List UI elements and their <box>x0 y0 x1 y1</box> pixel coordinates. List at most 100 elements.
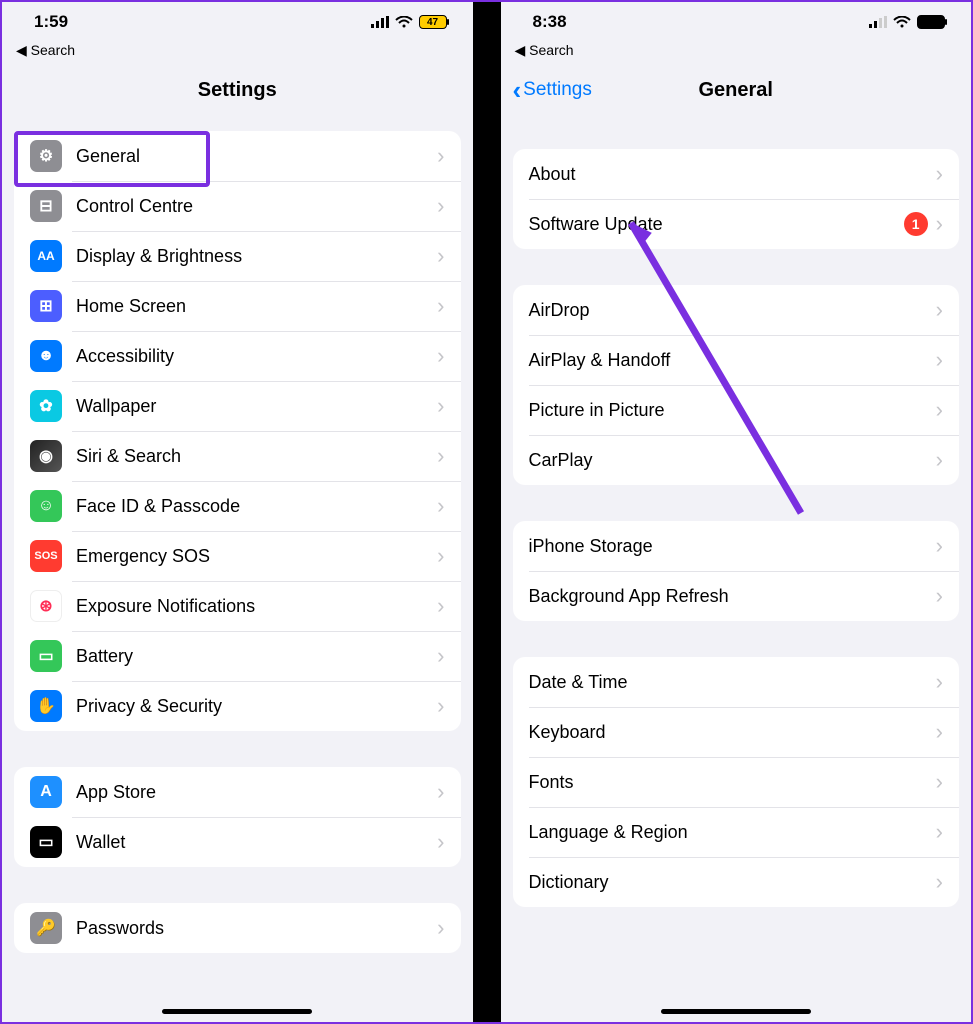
row-label: Background App Refresh <box>529 586 928 607</box>
chevron-right-icon: › <box>936 297 943 323</box>
accessibility-icon: ☻ <box>30 340 62 372</box>
row-label: About <box>529 164 928 185</box>
chevron-right-icon: › <box>936 669 943 695</box>
chevron-right-icon: › <box>936 211 943 237</box>
nav-bar: ‹ Settings General <box>501 67 972 113</box>
chevron-right-icon: › <box>437 779 444 805</box>
settings-row-control-centre[interactable]: ⊟ Control Centre › <box>14 181 461 231</box>
row-keyboard[interactable]: Keyboard › <box>513 707 960 757</box>
chevron-right-icon: › <box>437 593 444 619</box>
home-indicator[interactable] <box>661 1009 811 1014</box>
row-label: Keyboard <box>529 722 928 743</box>
settings-row-appstore[interactable]: A App Store › <box>14 767 461 817</box>
chevron-right-icon: › <box>437 693 444 719</box>
row-carplay[interactable]: CarPlay › <box>513 435 960 485</box>
chevron-right-icon: › <box>437 915 444 941</box>
settings-row-exposure[interactable]: ⊛ Exposure Notifications › <box>14 581 461 631</box>
chevron-right-icon: › <box>437 543 444 569</box>
row-label: Dictionary <box>529 872 928 893</box>
settings-screen: 1:59 47 ◀ Search Settings ⚙︎ General › ⊟… <box>2 2 473 1022</box>
chevron-right-icon: › <box>936 769 943 795</box>
home-icon: ⊞ <box>30 290 62 322</box>
row-pip[interactable]: Picture in Picture › <box>513 385 960 435</box>
breadcrumb-back-search[interactable]: ◀ Search <box>501 42 972 67</box>
wallpaper-icon: ✿ <box>30 390 62 422</box>
settings-section: 🔑 Passwords › <box>14 903 461 953</box>
chevron-right-icon: › <box>936 719 943 745</box>
status-time: 1:59 <box>34 12 68 32</box>
chevron-right-icon: › <box>437 143 444 169</box>
exposure-icon: ⊛ <box>30 590 62 622</box>
general-section: iPhone Storage› Background App Refresh › <box>513 521 960 621</box>
row-label: iPhone Storage <box>529 536 928 557</box>
battery-icon: ▭ <box>30 640 62 672</box>
row-label: Picture in Picture <box>529 400 928 421</box>
settings-row-battery[interactable]: ▭ Battery › <box>14 631 461 681</box>
signal-icon <box>371 16 389 28</box>
status-bar: 8:38 <box>501 2 972 42</box>
settings-row-passwords[interactable]: 🔑 Passwords › <box>14 903 461 953</box>
breadcrumb-back-search[interactable]: ◀ Search <box>2 42 473 67</box>
row-label: Accessibility <box>76 346 429 367</box>
wifi-icon <box>395 16 413 28</box>
settings-row-wallpaper[interactable]: ✿ Wallpaper › <box>14 381 461 431</box>
row-label: Control Centre <box>76 196 429 217</box>
faceid-icon: ☺ <box>30 490 62 522</box>
signal-icon <box>869 16 887 28</box>
chevron-right-icon: › <box>437 643 444 669</box>
row-airplay[interactable]: AirPlay & Handoff› <box>513 335 960 385</box>
battery-icon: 47 <box>419 15 447 29</box>
row-fonts[interactable]: Fonts› <box>513 757 960 807</box>
key-icon: 🔑 <box>30 912 62 944</box>
settings-section: ⚙︎ General › ⊟ Control Centre › AA Displ… <box>14 131 461 731</box>
siri-icon: ◉ <box>30 440 62 472</box>
back-button[interactable]: ‹ Settings <box>513 75 592 106</box>
row-storage[interactable]: iPhone Storage› <box>513 521 960 571</box>
display-icon: AA <box>30 240 62 272</box>
row-label: App Store <box>76 782 429 803</box>
page-title: General <box>699 79 773 102</box>
general-section: Date & Time› Keyboard › Fonts› Language &… <box>513 657 960 907</box>
row-label: Siri & Search <box>76 446 429 467</box>
settings-row-general[interactable]: ⚙︎ General › <box>14 131 461 181</box>
settings-list: ⚙︎ General › ⊟ Control Centre › AA Displ… <box>2 113 473 1022</box>
settings-section: A App Store › ▭ Wallet › <box>14 767 461 867</box>
battery-icon <box>917 15 945 29</box>
row-label: AirPlay & Handoff <box>529 350 928 371</box>
row-label: Emergency SOS <box>76 546 429 567</box>
settings-row-privacy[interactable]: ✋ Privacy & Security › <box>14 681 461 731</box>
row-about[interactable]: About › <box>513 149 960 199</box>
settings-row-faceid[interactable]: ☺ Face ID & Passcode › <box>14 481 461 531</box>
back-label: Settings <box>523 79 592 101</box>
row-language[interactable]: Language & Region › <box>513 807 960 857</box>
row-bg-refresh[interactable]: Background App Refresh › <box>513 571 960 621</box>
settings-row-display[interactable]: AA Display & Brightness › <box>14 231 461 281</box>
chevron-right-icon: › <box>437 493 444 519</box>
row-label: Display & Brightness <box>76 246 429 267</box>
row-label: CarPlay <box>529 450 928 471</box>
row-label: Language & Region <box>529 822 928 843</box>
general-section: AirDrop› AirPlay & Handoff› Picture in P… <box>513 285 960 485</box>
row-label: Battery <box>76 646 429 667</box>
wifi-icon <box>893 16 911 28</box>
settings-row-home-screen[interactable]: ⊞ Home Screen › <box>14 281 461 331</box>
home-indicator[interactable] <box>162 1009 312 1014</box>
settings-row-sos[interactable]: SOS Emergency SOS › <box>14 531 461 581</box>
settings-row-siri[interactable]: ◉ Siri & Search › <box>14 431 461 481</box>
settings-row-accessibility[interactable]: ☻ Accessibility › <box>14 331 461 381</box>
row-datetime[interactable]: Date & Time› <box>513 657 960 707</box>
chevron-right-icon: › <box>936 819 943 845</box>
row-label: Face ID & Passcode <box>76 496 429 517</box>
settings-row-wallet[interactable]: ▭ Wallet › <box>14 817 461 867</box>
row-airdrop[interactable]: AirDrop› <box>513 285 960 335</box>
general-screen: 8:38 ◀ Search ‹ Settings General About ›… <box>501 2 972 1022</box>
row-software-update[interactable]: Software Update 1 › <box>513 199 960 249</box>
chevron-right-icon: › <box>936 447 943 473</box>
general-section: About › Software Update 1 › <box>513 149 960 249</box>
nav-bar: Settings <box>2 67 473 113</box>
row-dictionary[interactable]: Dictionary› <box>513 857 960 907</box>
chevron-right-icon: › <box>936 397 943 423</box>
chevron-right-icon: › <box>936 583 943 609</box>
chevron-right-icon: › <box>437 243 444 269</box>
hand-icon: ✋ <box>30 690 62 722</box>
